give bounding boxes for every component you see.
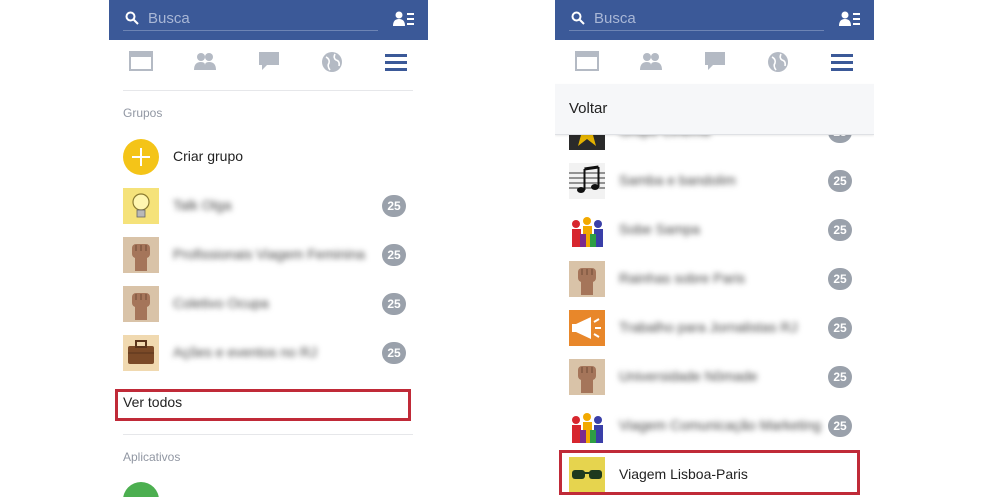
group-name: Coletivo Ocupa bbox=[173, 295, 269, 311]
group-name: Sobe Sampa bbox=[619, 221, 700, 237]
messages-icon[interactable] bbox=[704, 51, 726, 71]
plus-icon bbox=[123, 139, 159, 175]
group-item[interactable]: Trabalho para Jornalistas RJ 25 bbox=[569, 308, 859, 348]
group-item[interactable]: Profissionais Viagem Feminina 25 bbox=[123, 235, 413, 275]
create-group-label: Criar grupo bbox=[173, 148, 244, 164]
group-item[interactable]: Ações e eventos no RJ 25 bbox=[123, 333, 413, 373]
nav-bar bbox=[555, 40, 874, 84]
notification-badge: 25 bbox=[828, 415, 852, 437]
news-feed-icon[interactable] bbox=[575, 51, 599, 71]
group-item[interactable]: Viagem Comunicação Marketing 25 bbox=[569, 406, 859, 446]
left-phone-screen: Busca Grupos Criar grupo Talk Olga 25 Pr… bbox=[109, 0, 428, 497]
notification-badge: 25 bbox=[382, 244, 406, 266]
highlight-box bbox=[115, 389, 411, 421]
top-bar: Busca bbox=[555, 0, 874, 40]
group-item[interactable]: Talk Olga 25 bbox=[123, 186, 413, 226]
megaphone-icon bbox=[569, 310, 605, 346]
search-input[interactable]: Busca bbox=[123, 8, 378, 31]
notification-badge: 25 bbox=[382, 293, 406, 315]
notifications-globe-icon[interactable] bbox=[321, 51, 343, 73]
right-phone-screen: Busca Voltar Grupo Cinema 25 Samba e ban… bbox=[555, 0, 874, 497]
group-name: Trabalho para Jornalistas RJ bbox=[619, 319, 798, 335]
contacts-icon[interactable] bbox=[393, 11, 415, 27]
fist-icon bbox=[569, 261, 605, 297]
group-item[interactable]: Sobe Sampa 25 bbox=[569, 210, 859, 250]
menu-icon[interactable] bbox=[831, 53, 853, 71]
lightbulb-icon bbox=[123, 188, 159, 224]
create-group-button[interactable]: Criar grupo bbox=[123, 137, 413, 177]
apps-header: Aplicativos bbox=[123, 450, 181, 464]
search-placeholder: Busca bbox=[594, 10, 636, 27]
notification-badge: 25 bbox=[828, 366, 852, 388]
notification-badge: 25 bbox=[828, 317, 852, 339]
search-placeholder: Busca bbox=[148, 10, 190, 27]
fist-icon bbox=[569, 359, 605, 395]
group-item[interactable]: Samba e bandolim 25 bbox=[569, 161, 859, 201]
highlight-box bbox=[559, 450, 860, 495]
people-icon bbox=[569, 212, 605, 248]
group-item[interactable]: Rainhas sobre Paris 25 bbox=[569, 259, 859, 299]
messages-icon[interactable] bbox=[258, 51, 280, 71]
divider bbox=[123, 434, 413, 435]
notification-badge: 25 bbox=[382, 195, 406, 217]
group-name: Profissionais Viagem Feminina bbox=[173, 246, 365, 262]
music-note-icon bbox=[569, 163, 605, 199]
news-feed-icon[interactable] bbox=[129, 51, 153, 71]
contacts-icon[interactable] bbox=[839, 11, 861, 27]
fist-icon bbox=[123, 286, 159, 322]
notification-badge: 25 bbox=[828, 268, 852, 290]
group-name: Samba e bandolim bbox=[619, 172, 736, 188]
app-icon[interactable] bbox=[123, 482, 159, 497]
group-name: Talk Olga bbox=[173, 197, 232, 213]
group-name: Viagem Comunicação Marketing bbox=[619, 417, 822, 433]
group-name: Universidade Nômade bbox=[619, 368, 758, 384]
back-bar[interactable]: Voltar bbox=[555, 84, 874, 135]
group-item[interactable]: Coletivo Ocupa 25 bbox=[123, 284, 413, 324]
friend-requests-icon[interactable] bbox=[193, 51, 217, 71]
people-icon bbox=[569, 408, 605, 444]
search-input[interactable]: Busca bbox=[569, 8, 824, 31]
briefcase-icon bbox=[123, 335, 159, 371]
search-icon bbox=[571, 11, 585, 25]
notification-badge: 25 bbox=[382, 342, 406, 364]
divider bbox=[123, 90, 413, 91]
nav-bar bbox=[109, 40, 428, 84]
group-item[interactable]: Universidade Nômade 25 bbox=[569, 357, 859, 397]
group-name: Ações e eventos no RJ bbox=[173, 344, 317, 360]
top-bar: Busca bbox=[109, 0, 428, 40]
menu-icon[interactable] bbox=[385, 53, 407, 71]
group-name: Rainhas sobre Paris bbox=[619, 270, 746, 286]
friend-requests-icon[interactable] bbox=[639, 51, 663, 71]
fist-icon bbox=[123, 237, 159, 273]
search-icon bbox=[125, 11, 139, 25]
notification-badge: 25 bbox=[828, 170, 852, 192]
notifications-globe-icon[interactable] bbox=[767, 51, 789, 73]
back-label: Voltar bbox=[569, 100, 608, 117]
groups-header: Grupos bbox=[123, 106, 163, 120]
notification-badge: 25 bbox=[828, 219, 852, 241]
